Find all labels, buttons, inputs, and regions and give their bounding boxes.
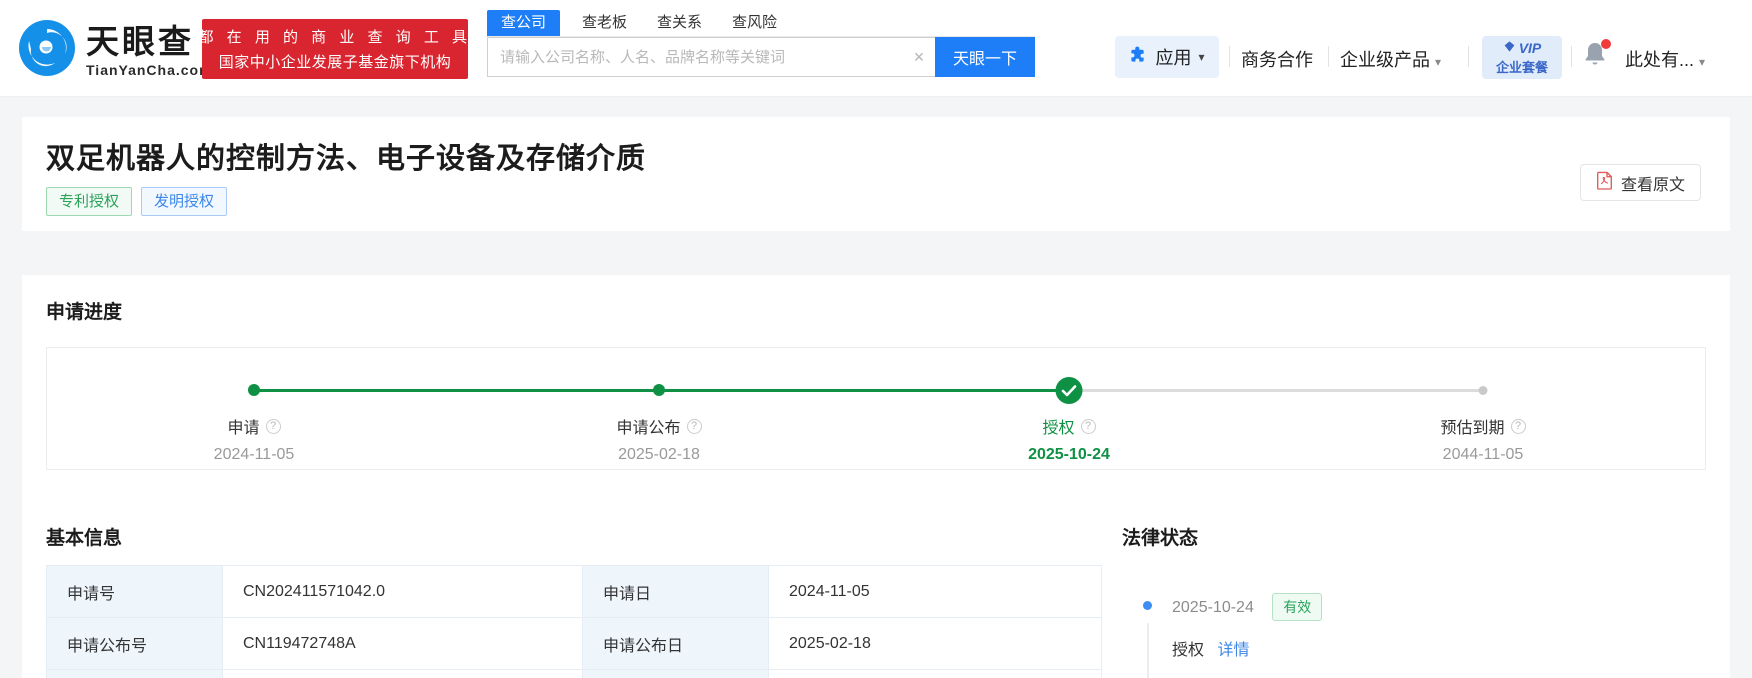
cell-label [47, 670, 223, 678]
legal-status-date: 2025-10-24 [1172, 599, 1254, 616]
vip-package-badge[interactable]: VIP 企业套餐 [1482, 36, 1562, 79]
logo-name: 天眼查 [86, 24, 213, 60]
legal-status-list: 2025-10-24 有效 授权 详情 [1122, 593, 1702, 660]
help-icon[interactable]: ? [1511, 419, 1526, 434]
chevron-down-icon: ▾ [1435, 55, 1441, 69]
chevron-down-icon: ▾ [1699, 55, 1705, 69]
timeline-node-expiry [1479, 386, 1488, 395]
tag-patent-granted: 专利授权 [46, 187, 132, 216]
patent-title-card: 双足机器人的控制方法、电子设备及存储介质 专利授权 发明授权 查看原文 [22, 117, 1730, 231]
cell-label: 申请公布日 [583, 618, 769, 670]
legal-status-item: 2025-10-24 有效 授权 详情 [1122, 593, 1702, 660]
search-input-wrap: × [487, 37, 935, 77]
user-menu[interactable]: 此处有... ▾ [1625, 46, 1705, 72]
search-tab-relation[interactable]: 查关系 [653, 10, 706, 36]
table-row: 申请公布号 CN119472748A 申请公布日 2025-02-18 [47, 618, 1102, 670]
timeline-segment-future [1069, 389, 1483, 392]
legal-event-label: 授权 [1172, 642, 1204, 659]
cell-label: 申请日 [583, 566, 769, 618]
nav-business-cooperation[interactable]: 商务合作 [1241, 46, 1313, 72]
logo-domain: TianYanCha.com [86, 62, 213, 78]
application-progress-timeline: 申请 ? 2024-11-05 申请公布 ? 2025-02-18 授权 ? 2… [46, 347, 1706, 470]
divider [1468, 46, 1469, 67]
cell-label: 申请号 [47, 566, 223, 618]
apps-label: 应用 [1155, 44, 1191, 70]
help-icon[interactable]: ? [687, 419, 702, 434]
apps-menu[interactable]: 应用 ▾ [1115, 36, 1219, 78]
timeline-step-filed: 申请 ? 2024-11-05 [144, 414, 364, 464]
divider [1229, 46, 1230, 67]
timeline-step-expiry: 预估到期 ? 2044-11-05 [1373, 414, 1593, 464]
legal-detail-link[interactable]: 详情 [1217, 642, 1249, 659]
tianyancha-logo-icon [18, 19, 76, 82]
step-label: 授权 [1042, 414, 1074, 438]
search-input[interactable] [488, 49, 903, 66]
search-button[interactable]: 天眼一下 [935, 37, 1035, 77]
search-tabs: 查公司 查老板 查关系 查风险 [487, 11, 1035, 37]
vip-label: VIP [1519, 40, 1542, 56]
site-header: 天眼查 TianYanCha.com 都 在 用 的 商 业 查 询 工 具 国… [0, 0, 1752, 97]
enterprise-label: 企业级产品 [1340, 50, 1430, 70]
user-name: 此处有... [1625, 50, 1694, 70]
table-row: 申请号 CN202411571042.0 申请日 2024-11-05 [47, 566, 1102, 618]
step-date: 2044-11-05 [1373, 446, 1593, 464]
search-area: 查公司 查老板 查关系 查风险 × 天眼一下 [487, 11, 1035, 77]
basic-info-heading: 基本信息 [46, 523, 122, 550]
step-label: 申请公布 [616, 414, 680, 438]
tag-invention-granted: 发明授权 [141, 187, 227, 216]
help-icon[interactable]: ? [1081, 419, 1096, 434]
notification-badge [1601, 39, 1611, 49]
site-logo[interactable]: 天眼查 TianYanCha.com [18, 19, 213, 82]
page-title: 双足机器人的控制方法、电子设备及存储介质 [46, 135, 646, 177]
puzzle-icon [1129, 45, 1148, 69]
cell-value: CN119472748A [223, 618, 583, 670]
patent-detail-card: 申请进度 申请 ? 2024-11-05 申请公布 ? 2025-02-18 [22, 275, 1730, 678]
divider [1328, 46, 1329, 67]
basic-info-table: 申请号 CN202411571042.0 申请日 2024-11-05 申请公布… [46, 565, 1102, 678]
step-date: 2024-11-05 [144, 446, 364, 464]
status-badge: 有效 [1272, 593, 1322, 621]
view-original-label: 查看原文 [1621, 171, 1685, 195]
legal-status-heading: 法律状态 [1122, 523, 1198, 550]
cell-value: 2024-11-05 [769, 566, 1102, 618]
notification-bell-icon[interactable] [1583, 41, 1611, 71]
clear-icon[interactable]: × [903, 47, 935, 68]
patent-tags: 专利授权 发明授权 [46, 187, 227, 216]
step-date: 2025-10-24 [959, 446, 1179, 464]
timeline-segment-done [254, 389, 659, 392]
step-date: 2025-02-18 [549, 446, 769, 464]
step-label: 申请 [227, 414, 259, 438]
search-tab-risk[interactable]: 查风险 [728, 10, 781, 36]
timeline-segment-done [659, 389, 1069, 392]
search-tab-company[interactable]: 查公司 [487, 10, 560, 36]
vip-diamond-icon [1503, 40, 1516, 56]
table-row-clipped [47, 670, 1102, 678]
promo-banner: 都 在 用 的 商 业 查 询 工 具 国家中小企业发展子基金旗下机构 [202, 19, 468, 79]
timeline-node-published [653, 384, 665, 396]
cell-value: CN202411571042.0 [223, 566, 583, 618]
cell-value [223, 670, 583, 678]
timeline-step-published: 申请公布 ? 2025-02-18 [549, 414, 769, 464]
progress-heading: 申请进度 [46, 297, 122, 324]
timeline-node-granted-check-icon [1056, 377, 1083, 404]
search-tab-boss[interactable]: 查老板 [578, 10, 631, 36]
view-original-button[interactable]: 查看原文 [1580, 164, 1701, 201]
cell-value [769, 670, 1102, 678]
cell-label [583, 670, 769, 678]
banner-line2: 国家中小企业发展子基金旗下机构 [219, 51, 452, 72]
divider [1571, 46, 1572, 67]
help-icon[interactable]: ? [266, 419, 281, 434]
chevron-down-icon: ▾ [1198, 50, 1204, 64]
step-label: 预估到期 [1440, 414, 1504, 438]
vip-package-label: 企业套餐 [1496, 57, 1548, 76]
cell-label: 申请公布号 [47, 618, 223, 670]
timeline-node-filed [248, 384, 260, 396]
legal-timeline-dot [1143, 601, 1152, 610]
timeline-step-granted: 授权 ? 2025-10-24 [959, 414, 1179, 464]
banner-line1: 都 在 用 的 商 业 查 询 工 具 [199, 26, 472, 47]
cell-value: 2025-02-18 [769, 618, 1102, 670]
nav-enterprise-products[interactable]: 企业级产品 ▾ [1340, 46, 1441, 72]
pdf-icon [1596, 171, 1613, 195]
